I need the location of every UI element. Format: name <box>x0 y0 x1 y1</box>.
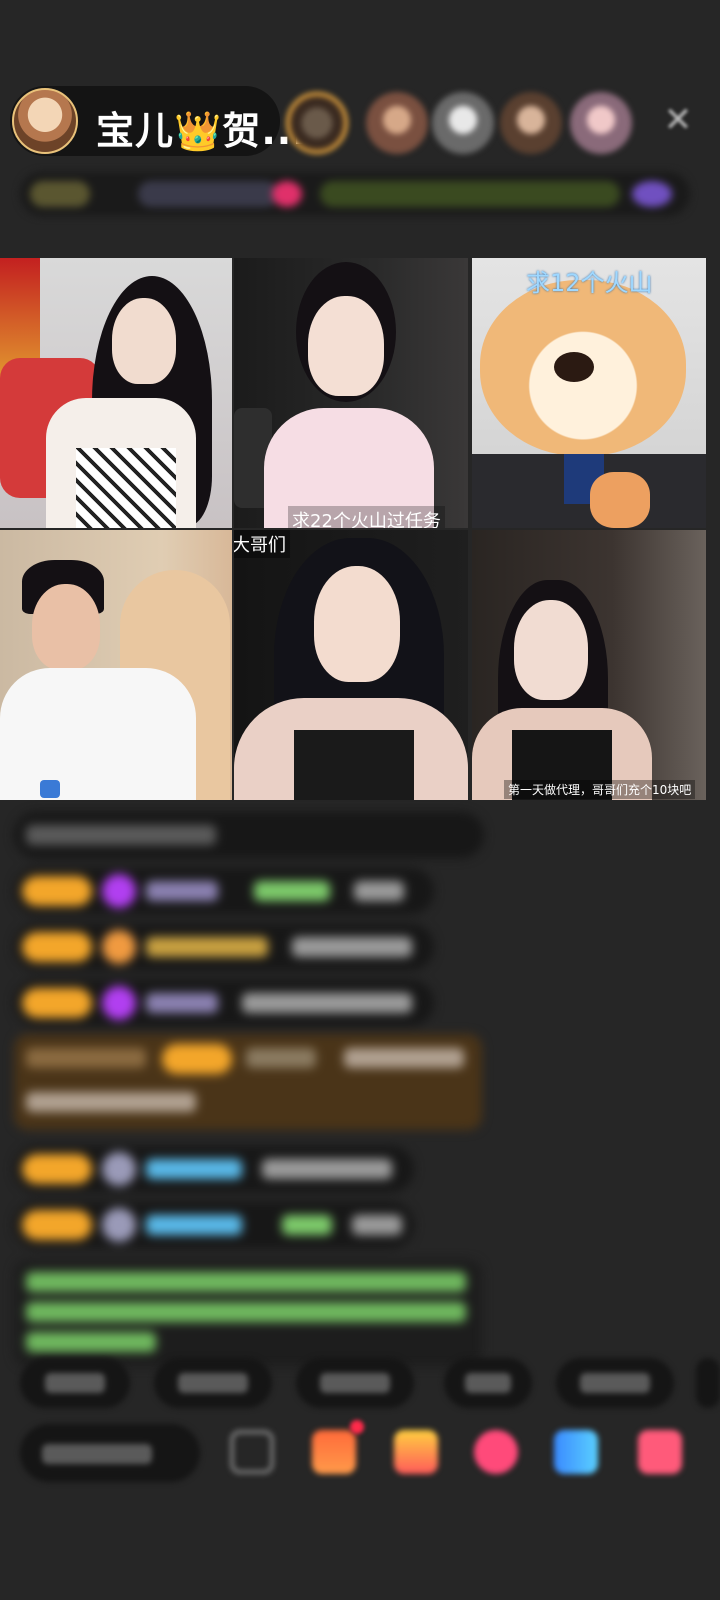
close-icon[interactable]: ✕ <box>658 100 698 140</box>
chat-text <box>26 1092 196 1112</box>
announcement-text <box>26 1332 156 1352</box>
chat-text <box>26 825 216 845</box>
avatar <box>102 1152 136 1186</box>
tile-caption: 求12个火山 <box>526 269 653 297</box>
streamer-face <box>32 584 100 670</box>
level-badge <box>22 988 92 1018</box>
announcement-text <box>26 1302 466 1322</box>
video-tile[interactable]: 第一天做代理，哥哥们充个10块吧 <box>472 530 706 800</box>
fans-chip <box>138 181 278 207</box>
shiba-nose <box>554 352 594 382</box>
chat-target <box>282 1215 332 1235</box>
gift-chip <box>272 181 302 207</box>
fan-icon <box>102 930 136 964</box>
chat-input[interactable] <box>20 1424 200 1482</box>
chat-message[interactable] <box>14 924 434 970</box>
quick-reply-button[interactable] <box>556 1358 674 1408</box>
chat-message[interactable] <box>14 812 484 858</box>
chat-system-message[interactable] <box>14 1034 482 1130</box>
video-tile[interactable]: 大哥们 <box>234 530 468 800</box>
top-viewer-avatar[interactable] <box>432 92 494 154</box>
chat-input-placeholder <box>42 1444 152 1464</box>
video-tile[interactable] <box>0 258 232 528</box>
streamer-face <box>308 296 384 396</box>
chat-text <box>292 937 412 957</box>
video-tile[interactable]: 求12个火山 <box>472 258 706 528</box>
chat-message[interactable] <box>14 980 434 1026</box>
streamer-face <box>112 298 176 384</box>
task-chip <box>320 181 620 207</box>
avatar <box>102 1208 136 1242</box>
chat-target <box>254 881 330 901</box>
level-badge <box>22 1154 92 1184</box>
top-viewer-avatar[interactable] <box>366 92 428 154</box>
chat-text <box>354 881 404 901</box>
chat-username <box>246 1048 316 1068</box>
streamer-face <box>514 600 588 700</box>
black-top <box>294 730 414 800</box>
quick-reply-button[interactable] <box>154 1358 272 1408</box>
chat-username <box>146 1159 242 1179</box>
chat-message[interactable] <box>14 1146 414 1192</box>
quick-reply-button[interactable] <box>296 1358 414 1408</box>
more-chip <box>632 181 672 207</box>
gift-box-icon[interactable] <box>312 1430 356 1474</box>
chat-message[interactable] <box>14 1202 414 1248</box>
host-name[interactable]: 宝儿👑贺... <box>96 100 308 155</box>
video-grid: 求22个火山过任务 求12个火山 大哥们 第一天做代理，哥哥们充个10块吧 <box>0 258 706 800</box>
rank-tag <box>26 1048 146 1068</box>
room-info-bar[interactable] <box>20 172 690 216</box>
quick-reply-button[interactable] <box>20 1358 130 1408</box>
gem-icon <box>102 986 136 1020</box>
chat-text <box>242 993 412 1013</box>
top-viewer-avatar[interactable] <box>500 92 562 154</box>
more-menu-icon[interactable] <box>638 1430 682 1474</box>
floral-top <box>76 448 176 528</box>
host-avatar[interactable] <box>12 88 78 154</box>
quick-reply-button[interactable] <box>696 1358 720 1408</box>
video-tile[interactable] <box>0 530 232 800</box>
top-viewer-avatar[interactable] <box>570 92 632 154</box>
video-tile[interactable]: 求22个火山过任务 <box>234 258 468 528</box>
watch <box>40 780 60 798</box>
chat-username <box>146 881 218 901</box>
level-badge <box>22 876 92 906</box>
rank-chip <box>30 181 90 207</box>
tile-caption: 第一天做代理，哥哥们充个10块吧 <box>504 780 696 799</box>
streamer-body <box>0 668 196 800</box>
announcement-text <box>26 1272 466 1292</box>
shiba-paw <box>590 472 650 528</box>
emoji-icon[interactable] <box>230 1430 274 1474</box>
chat-text <box>344 1048 464 1068</box>
chat-text <box>262 1159 392 1179</box>
heart-icon[interactable] <box>474 1430 518 1474</box>
tile-caption: 求22个火山过任务 <box>288 506 445 528</box>
level-badge <box>162 1044 232 1074</box>
chat-text <box>352 1215 402 1235</box>
gem-icon <box>102 874 136 908</box>
lucky-bag-icon[interactable] <box>394 1430 438 1474</box>
tile-caption: 大哥们 <box>234 530 290 558</box>
chat-announcement <box>14 1260 482 1366</box>
game-controller-icon[interactable] <box>554 1430 598 1474</box>
chat-username <box>146 1215 242 1235</box>
notification-dot <box>350 1420 364 1434</box>
level-badge <box>22 932 92 962</box>
chat-username <box>146 993 218 1013</box>
streamer-face <box>314 566 400 682</box>
top-viewer-avatar[interactable] <box>286 92 348 154</box>
quick-reply-button[interactable] <box>444 1358 532 1408</box>
level-badge <box>22 1210 92 1240</box>
chat-username <box>146 937 268 957</box>
chat-message[interactable] <box>14 868 434 914</box>
